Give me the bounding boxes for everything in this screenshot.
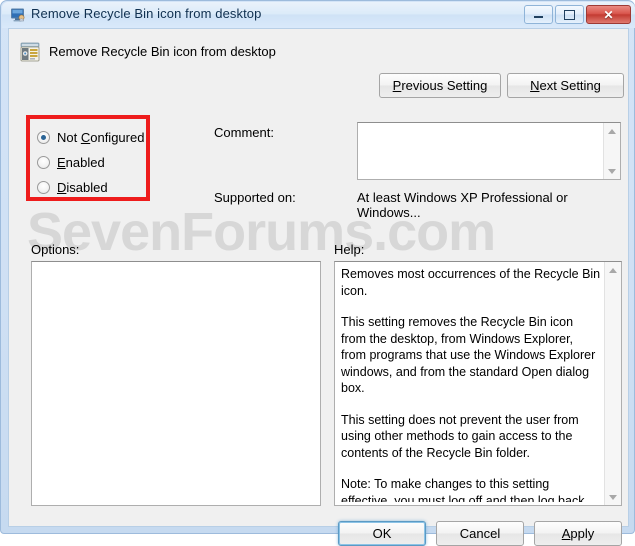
options-label: Options:	[31, 242, 80, 257]
next-setting-rest: ext Setting	[539, 78, 601, 93]
previous-setting-button[interactable]: Previous Setting	[379, 73, 501, 98]
scroll-down-icon[interactable]	[605, 490, 621, 504]
dialog-client-area: Remove Recycle Bin icon from desktop Pre…	[8, 28, 629, 546]
minimize-icon	[525, 6, 552, 23]
radio-enabled-label: Enabled	[57, 155, 105, 170]
options-panel[interactable]	[31, 261, 321, 506]
comment-textbox[interactable]	[357, 122, 621, 180]
help-panel: Removes most occurrences of the Recycle …	[334, 261, 622, 506]
title-bar: Remove Recycle Bin icon from desktop ✕	[2, 2, 635, 28]
close-button[interactable]: ✕	[586, 5, 631, 24]
help-text: Removes most occurrences of the Recycle …	[341, 266, 601, 502]
scroll-down-icon[interactable]	[604, 164, 620, 178]
state-radio-group: Not Configured Enabled Disabled	[37, 125, 149, 200]
next-setting-button[interactable]: Next Setting	[507, 73, 624, 98]
gpedit-monitor-icon	[10, 7, 26, 23]
comment-scrollbar[interactable]	[603, 123, 620, 179]
policy-setting-icon	[19, 41, 41, 63]
close-icon: ✕	[603, 7, 614, 22]
help-label: Help:	[334, 242, 365, 257]
dialog-window: Remove Recycle Bin icon from desktop ✕ R…	[0, 0, 635, 546]
restore-button[interactable]	[555, 5, 584, 24]
setting-title: Remove Recycle Bin icon from desktop	[49, 44, 276, 59]
help-paragraph: This setting removes the Recycle Bin ico…	[341, 315, 596, 395]
watermark: SevenForums.com	[27, 202, 496, 262]
radio-disabled-indicator[interactable]	[37, 181, 50, 194]
scroll-up-icon[interactable]	[604, 124, 620, 138]
previous-setting-label: Previous Setting	[393, 78, 488, 93]
help-paragraph: Note: To make changes to this setting ef…	[341, 477, 585, 502]
radio-disabled-label: Disabled	[57, 180, 108, 195]
help-scrollbar[interactable]	[604, 262, 621, 505]
help-paragraph: This setting does not prevent the user f…	[341, 412, 579, 460]
window-title: Remove Recycle Bin icon from desktop	[31, 6, 262, 21]
restore-icon	[556, 6, 583, 23]
window-controls: ✕	[524, 5, 631, 25]
radio-enabled-indicator[interactable]	[37, 156, 50, 169]
radio-not-configured[interactable]: Not Configured	[37, 125, 149, 150]
radio-disabled[interactable]: Disabled	[37, 175, 149, 200]
radio-not-configured-indicator[interactable]	[37, 131, 50, 144]
comment-label: Comment:	[214, 125, 274, 140]
radio-enabled[interactable]: Enabled	[37, 150, 149, 175]
next-setting-label: Next Setting	[530, 78, 601, 93]
help-paragraph: Removes most occurrences of the Recycle …	[341, 267, 601, 298]
minimize-button[interactable]	[524, 5, 553, 24]
radio-not-configured-label: Not Configured	[57, 130, 145, 145]
scroll-up-icon[interactable]	[605, 263, 621, 277]
previous-setting-rest: revious Setting	[401, 78, 488, 93]
